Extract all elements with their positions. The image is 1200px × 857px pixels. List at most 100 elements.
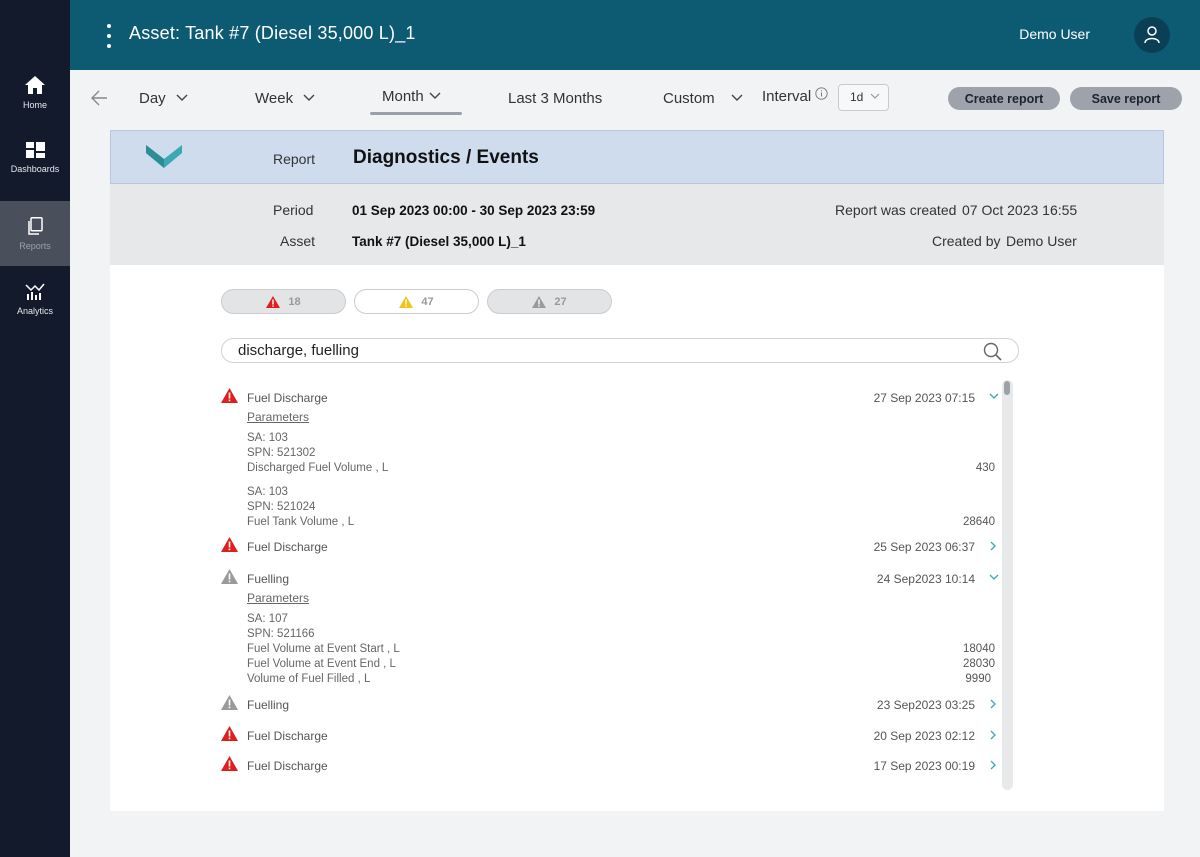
info-icon[interactable] [815,87,828,100]
param-value: 28030 [963,658,995,670]
tab-week[interactable]: Week [255,88,315,108]
interval-value: 1d [850,90,864,104]
event-time: 27 Sep 2023 07:15 [873,391,975,405]
user-icon [1144,26,1160,44]
event-name: Fuel Discharge [247,391,328,405]
event-time: 25 Sep 2023 06:37 [873,540,975,554]
chevron-down-icon [176,94,188,101]
sidebar-item-label: Reports [19,240,51,251]
chevron-right-icon[interactable] [990,730,997,740]
param-line: Discharged Fuel Volume , L [247,462,389,474]
search-icon[interactable] [983,342,1002,361]
period-label: Period [273,202,314,218]
interval-label: Interval [762,88,812,105]
filter-info[interactable]: 27 [487,289,612,314]
created-label: Report was created [835,202,957,218]
created-value: 07 Oct 2023 16:55 [962,202,1078,218]
event-row[interactable]: Fuelling 23 Sep2023 03:25 [221,695,1001,715]
chevron-down-icon[interactable] [989,393,999,400]
chevron-right-icon[interactable] [990,541,997,551]
chevron-right-icon[interactable] [990,699,997,709]
param-line: Fuel Tank Volume , L [247,516,355,528]
interval-select[interactable]: 1d [838,84,889,111]
chevron-down-icon [429,92,441,99]
tab-label: Custom [663,89,715,107]
tab-label: Week [255,89,294,107]
param-line: Fuel Volume at Event Start , L [247,643,400,655]
event-row[interactable]: Fuel Discharge 27 Sep 2023 07:15 [221,388,1001,408]
event-name: Fuelling [247,698,290,712]
avatar[interactable] [1134,17,1170,53]
search-value: discharge, fuelling [238,342,359,359]
filter-warning[interactable]: 47 [354,289,479,314]
report-header: Report Diagnostics / Events [110,130,1164,184]
report-meta: Period 01 Sep 2023 00:00 - 30 Sep 2023 2… [110,184,1164,265]
tab-label: Day [139,89,166,107]
home-icon [25,75,45,94]
event-time: 20 Sep 2023 02:12 [873,729,975,743]
tab-month[interactable]: Month [382,86,441,106]
event-time: 17 Sep 2023 00:19 [873,759,975,773]
sidebar-item-analytics[interactable]: Analytics [0,266,70,331]
active-tab-indicator [370,112,462,115]
param-line: SPN: 521302 [247,447,316,459]
event-row[interactable]: Fuel Discharge 25 Sep 2023 06:37 [221,537,1001,557]
report-panel: Report Diagnostics / Events Period 01 Se… [110,130,1164,811]
param-value: 9990 [965,673,991,685]
sidebar-item-reports[interactable]: Reports [0,201,70,266]
chevron-down-icon[interactable] [989,574,999,581]
sidebar-item-dashboards[interactable]: Dashboards [0,125,70,190]
reports-icon [27,216,43,235]
info-alert-icon [221,569,238,584]
chevron-down-icon [870,93,880,99]
sidebar: Home Dashboards Reports Analytics [0,0,70,857]
save-report-button[interactable]: Save report [1070,87,1182,110]
create-report-button[interactable]: Create report [948,87,1060,110]
event-row[interactable]: Fuel Discharge 17 Sep 2023 00:19 [221,756,1001,776]
created-by-value: Demo User [1006,233,1077,249]
brand-logo-icon [146,145,182,168]
kebab-menu-icon[interactable] [106,24,112,48]
tab-label: Month [382,87,424,105]
param-line: Fuel Volume at Event End , L [247,658,396,670]
asset-value: Tank #7 (Diesel 35,000 L)_1 [352,234,526,249]
critical-alert-icon [221,726,238,741]
report-title: Diagnostics / Events [353,147,539,168]
sidebar-item-home[interactable]: Home [0,60,70,125]
event-row[interactable]: Fuel Discharge 20 Sep 2023 02:12 [221,726,1001,746]
param-line: SPN: 521024 [247,501,316,513]
chevron-down-icon [731,94,743,101]
tab-last-3-months[interactable]: Last 3 Months [508,88,602,108]
events-scrollbar[interactable] [1002,380,1013,790]
event-row[interactable]: Fuelling 24 Sep2023 10:14 [221,569,1001,589]
filter-critical[interactable]: 18 [221,289,346,314]
tab-custom[interactable]: Custom [663,88,743,108]
param-line: SA: 103 [247,486,288,498]
dashboards-icon [25,141,45,158]
search-input[interactable]: discharge, fuelling [221,338,1019,363]
created-by-label: Created by [932,233,1001,249]
back-arrow-icon[interactable] [90,88,110,108]
event-name: Fuelling [247,572,290,586]
parameters-link[interactable]: Parameters [247,410,309,424]
critical-alert-icon [266,295,281,308]
report-label: Report [273,151,316,167]
warning-alert-icon [399,295,414,308]
param-value: 430 [975,462,995,474]
period-value: 01 Sep 2023 00:00 - 30 Sep 2023 23:59 [352,203,596,218]
tab-label: Last 3 Months [508,89,603,107]
filter-count: 18 [288,295,301,308]
param-line: Volume of Fuel Filled , L [247,673,371,685]
tab-day[interactable]: Day [139,88,188,108]
critical-alert-icon [221,537,238,552]
chevron-right-icon[interactable] [990,760,997,770]
scrollbar-thumb[interactable] [1004,381,1010,395]
filter-count: 27 [554,295,567,308]
critical-alert-icon [221,388,238,403]
param-line: SPN: 521166 [247,628,315,640]
page-title: Asset: Tank #7 (Diesel 35,000 L)_1 [129,23,416,43]
param-line: SA: 107 [247,613,288,625]
parameters-link[interactable]: Parameters [247,591,309,605]
event-time: 24 Sep2023 10:14 [876,572,975,586]
info-alert-icon [532,295,547,308]
